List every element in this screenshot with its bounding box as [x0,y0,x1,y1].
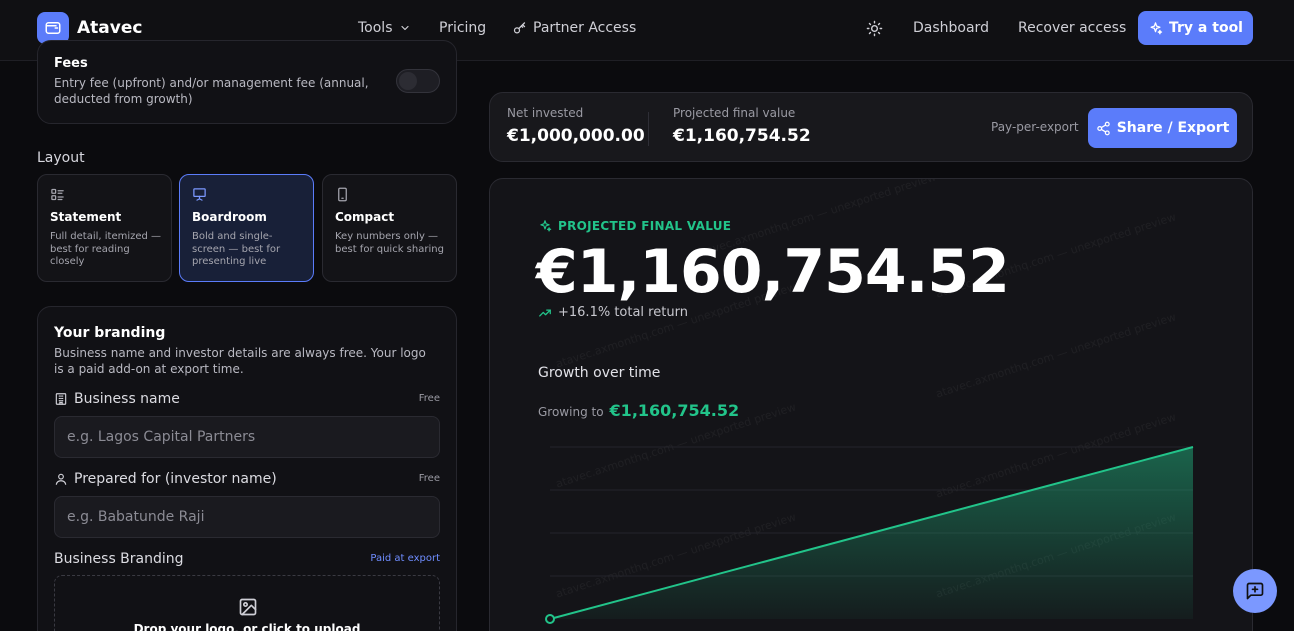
business-name-label: Business name [54,391,180,407]
dashboard-link[interactable]: Dashboard [913,0,989,56]
message-plus-icon [1246,582,1264,600]
layout-option-statement[interactable]: Statement Full detail, itemized — best f… [37,174,172,282]
layout-option-description: Key numbers only — best for quick sharin… [335,231,444,255]
nav-tools-label: Tools [358,20,393,36]
layout-option-title: Compact [335,210,395,224]
paid-at-export-tag: Paid at export [370,553,440,564]
nav-partner-access-label: Partner Access [533,20,637,36]
business-name-label-text: Business name [74,391,180,407]
key-icon [513,21,526,33]
theme-toggle-button[interactable] [866,0,883,56]
branding-description: Business name and investor details are a… [54,346,426,376]
share-export-label: Share / Export [1116,120,1230,136]
try-a-tool-button[interactable]: Try a tool [1138,11,1253,45]
dropzone-label: Drop your logo, or click to upload [133,622,361,631]
feedback-chat-button[interactable] [1233,569,1277,613]
logo-dropzone[interactable]: Drop your logo, or click to upload [54,575,440,631]
projected-final-value: €1,160,754.52 [673,126,811,146]
share-icon [1096,121,1110,135]
prepared-for-free-tag: Free [418,473,440,484]
layout-option-compact[interactable]: Compact Key numbers only — best for quic… [322,174,457,282]
net-invested-label: Net invested [507,106,584,120]
layout-section-label: Layout [37,150,85,166]
layout-option-title: Statement [50,210,122,224]
business-branding-label: Business Branding [54,551,184,567]
nav-pricing-label: Pricing [439,20,487,36]
nav-partner-access[interactable]: Partner Access [512,0,636,56]
projected-final-label: Projected final value [673,106,796,120]
prepared-for-label-text: Prepared for (investor name) [74,471,277,487]
fees-description: Entry fee (upfront) and/or management fe… [54,76,369,106]
building-icon [55,393,67,405]
share-export-button[interactable]: Share / Export [1088,108,1237,148]
fees-toggle[interactable] [396,69,440,93]
fees-title: Fees [54,56,88,71]
recover-access-link[interactable]: Recover access [1018,0,1126,56]
toggle-knob [399,72,417,90]
user-icon [55,473,67,485]
summary-divider [648,112,649,146]
net-invested-value: €1,000,000.00 [507,126,645,146]
phone-icon [338,187,347,202]
branding-title: Your branding [54,325,166,341]
list-icon [51,188,64,201]
prepared-for-label: Prepared for (investor name) [54,471,277,487]
pay-per-export-label: Pay-per-export [991,120,1079,134]
growth-chart [545,446,1194,624]
summary-bar: Net invested €1,000,000.00 Projected fin… [489,92,1253,162]
layout-option-title: Boardroom [192,210,267,224]
layout-option-description: Bold and single-screen — best for presen… [192,231,281,267]
layout-option-boardroom[interactable]: Boardroom Bold and single-screen — best … [179,174,314,282]
chart-point [545,614,555,624]
business-name-input[interactable] [54,416,440,458]
sparkles-icon [1150,21,1163,34]
prepared-for-input[interactable] [54,496,440,538]
chevron-down-icon [400,25,409,31]
preview-card: atavec.axmonthq.com — unexported preview… [489,178,1253,631]
branding-card: Your branding Business name and investor… [37,306,457,631]
fees-card: Fees Entry fee (upfront) and/or manageme… [37,40,457,124]
try-a-tool-label: Try a tool [1169,20,1243,36]
brand-name: Atavec [77,18,143,38]
sun-icon [866,20,883,36]
business-name-free-tag: Free [418,393,440,404]
presentation-icon [193,188,206,201]
image-icon [239,598,257,616]
layout-option-description: Full detail, itemized — best for reading… [50,231,162,267]
